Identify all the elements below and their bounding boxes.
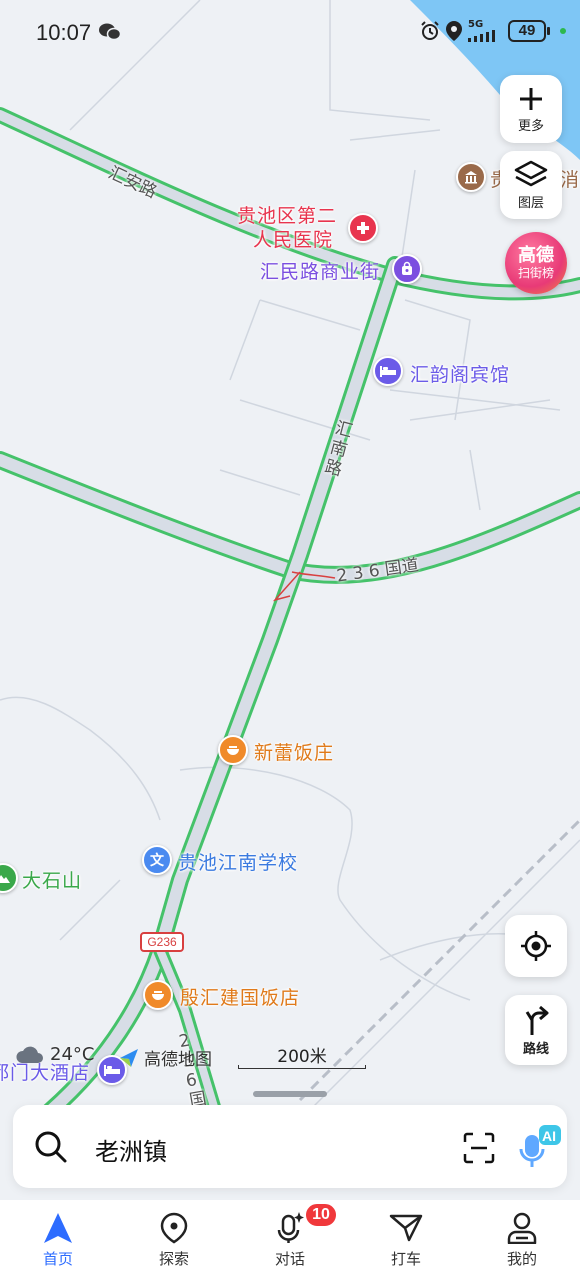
user-icon [507,1212,537,1244]
tab-explore-label: 探索 [158,1250,189,1268]
search-input[interactable]: 老洲镇 [95,1132,167,1167]
poi-hotel-huiyun[interactable]: 汇韵阁宾馆 [410,360,510,387]
layers-icon [514,160,548,186]
locate-button[interactable] [505,915,567,977]
wechat-icon [99,23,122,45]
search-icon [35,1131,67,1163]
amap-logo-icon [120,1048,138,1067]
hotel-bed-icon[interactable] [373,356,403,386]
more-label: 更多 [517,118,544,134]
location-icon [446,21,462,41]
poi-mountain[interactable]: 大石山 [22,866,82,893]
chat-badge: 10 [304,1202,338,1228]
scale-bar [238,1065,366,1069]
poi-school[interactable]: 贵池江南学校 [178,848,298,875]
tab-mine-label: 我的 [506,1250,537,1268]
status-icons: 5G 49 [420,20,566,42]
more-button[interactable]: 更多 [500,75,562,143]
tab-chat-label: 对话 [274,1250,305,1268]
scale-label: 200米 [277,1047,327,1067]
ai-label: AI [542,1128,556,1144]
poi-restaurant-xinlei[interactable]: 新蕾饭庄 [254,738,334,765]
poi-hospital-line1: 贵池区第二 [237,205,338,227]
map-screen: 汇安路 汇南路 2 3 6 国道 2 3 6 国道 G236 贵池区第二 人民医… [0,0,580,1280]
layers-label: 图层 [517,195,544,211]
hospital-icon[interactable] [348,213,378,243]
ai-microphone-icon [519,1125,561,1167]
drag-handle[interactable] [253,1091,327,1097]
poi-hospital-name[interactable]: 贵池区第二 人民医院 [237,204,337,252]
tab-home[interactable]: 首页 [0,1200,116,1280]
status-bar: 10:07 5G 49 [0,0,580,66]
taxi-arrow-icon [389,1214,423,1242]
tab-taxi-label: 打车 [390,1250,421,1268]
tab-chat[interactable]: 对话 10 [232,1200,348,1280]
route-button[interactable]: 路线 [505,995,567,1065]
poi-right-partial[interactable]: 消防 [560,165,580,192]
street-rank-badge[interactable]: 高德 扫街榜 [505,232,567,294]
crosshair-icon [521,931,551,961]
school-icon[interactable]: 文 [142,845,172,875]
route-turn-icon [525,1005,549,1035]
g236-shield: G236 [140,932,184,952]
cloud-icon [16,1046,43,1063]
network-indicator: 5G [468,20,502,42]
tab-explore[interactable]: 探索 [116,1200,232,1280]
battery-level: 49 [508,20,546,42]
layers-button[interactable]: 图层 [500,151,562,219]
rank-line2: 扫街榜 [517,266,554,280]
battery-tip [547,27,550,35]
alarm-icon [421,21,439,40]
navigation-arrow-icon [44,1213,72,1243]
poi-restaurant-yinhui[interactable]: 殷汇建国饭店 [180,983,300,1010]
search-bar[interactable]: 老洲镇 AI [13,1105,567,1188]
privacy-dot [560,28,566,34]
network-type: 5G [468,19,484,30]
brand-name: 高德地图 [144,1050,212,1070]
plus-icon [520,87,542,110]
signal-icon [468,30,495,42]
museum-icon[interactable] [456,162,486,192]
shopping-bag-icon[interactable] [392,254,422,284]
location-pin-icon [160,1212,188,1244]
poi-hospital-line2: 人民医院 [253,229,334,251]
status-time: 10:07 [36,20,92,45]
rank-line1: 高德 [518,245,554,266]
ai-voice-button[interactable]: AI [519,1123,563,1175]
tab-taxi[interactable]: 打车 [348,1200,464,1280]
poi-shopping-street[interactable]: 汇民路商业街 [260,257,380,284]
route-label: 路线 [522,1041,549,1057]
restaurant-icon[interactable] [218,735,248,765]
scan-icon[interactable] [462,1131,496,1165]
bottom-nav: 首页 探索 对话 10 打车 我的 [0,1200,580,1280]
microphone-sparkle-icon [277,1212,304,1243]
weather-temperature: 24°C [50,1043,95,1065]
amap-brand: 高德地图 [118,1045,212,1070]
tab-mine[interactable]: 我的 [464,1200,580,1280]
weather-widget[interactable]: 24°C [14,1043,94,1065]
restaurant-icon[interactable] [143,980,173,1010]
tab-home-label: 首页 [42,1250,73,1268]
